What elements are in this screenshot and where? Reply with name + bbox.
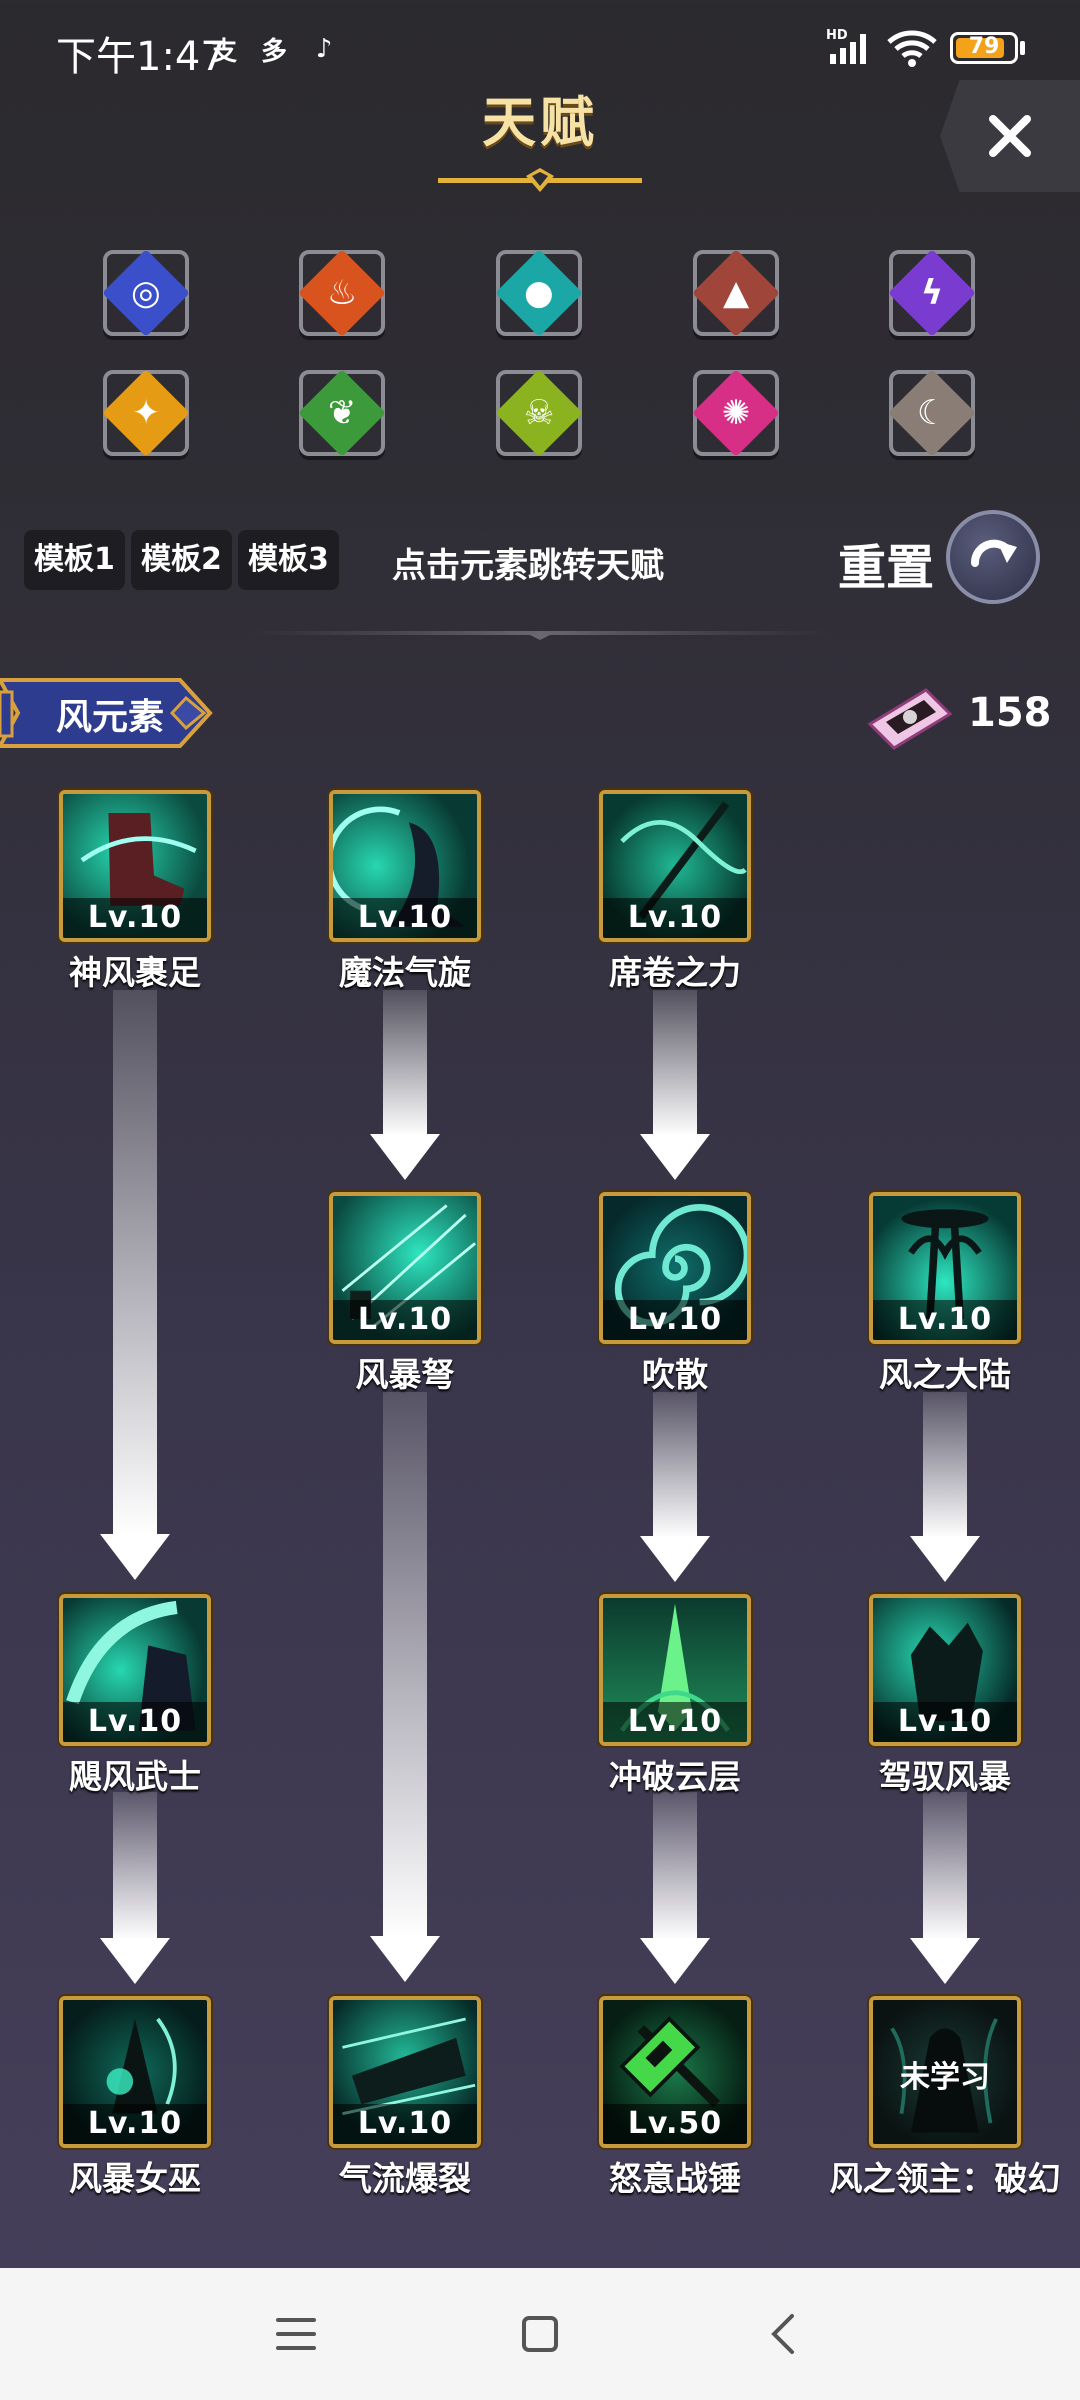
pinduoduo-icon: 多 xyxy=(260,36,287,67)
water-element-icon[interactable]: ● xyxy=(495,249,583,337)
close-icon xyxy=(989,115,1031,157)
locked-label: 未学习 xyxy=(900,2060,990,2095)
template-3-button[interactable]: 模板3 xyxy=(238,530,339,590)
skill-fengzhi-dalu[interactable]: Lv.10 xyxy=(869,1192,1021,1344)
qq-music-icon: ♪ xyxy=(315,34,333,64)
fire-element-icon[interactable]: ♨ xyxy=(298,249,386,337)
skill-jufeng-wushi[interactable]: Lv.10 xyxy=(59,1594,211,1746)
skill-qiliu-baolie[interactable]: Lv.10 xyxy=(329,1996,481,2148)
talent-points-value: 158 xyxy=(968,690,1052,736)
skill-name: 驾驭风暴 xyxy=(879,1757,1011,1796)
close-button[interactable] xyxy=(940,80,1080,192)
poison-element-icon[interactable]: ☠ xyxy=(495,369,583,457)
talent-point-icon xyxy=(867,688,953,750)
wifi-icon xyxy=(885,28,939,72)
skill-jiayu-fengbao[interactable]: Lv.10 xyxy=(869,1594,1021,1746)
skill-xijuan-zhili[interactable]: Lv.10 xyxy=(599,790,751,942)
skill-mofa-qixuan[interactable]: Lv.10 xyxy=(329,790,481,942)
holy-element-icon[interactable]: ✺ xyxy=(692,369,780,457)
page-title: 天赋 xyxy=(482,91,598,154)
system-nav-bar xyxy=(0,2268,1080,2400)
title-ornament xyxy=(438,168,642,192)
arrow-col4-row2-to-row3 xyxy=(895,1392,995,1582)
arrow-col3-row3-to-row4 xyxy=(625,1792,725,1984)
home-icon xyxy=(522,2316,558,2352)
section-divider xyxy=(250,631,830,640)
wind-element-icon[interactable]: ◎ xyxy=(102,249,190,337)
skill-fengbao-nvwu[interactable]: Lv.10 xyxy=(59,1996,211,2148)
light-element-icon[interactable]: ✦ xyxy=(102,369,190,457)
skill-name: 怒意战锤 xyxy=(609,2159,741,2198)
skill-name: 神风裹足 xyxy=(69,953,201,992)
hint-text: 点击元素跳转天赋 xyxy=(392,546,664,586)
nature-element-icon[interactable]: ❦ xyxy=(298,369,386,457)
skill-name: 魔法气旋 xyxy=(339,953,471,992)
skill-name: 气流爆裂 xyxy=(339,2159,471,2198)
reset-icon xyxy=(970,539,1017,567)
skill-name: 风之大陆 xyxy=(879,1355,1011,1394)
skill-nuyi-zhanchui[interactable]: Lv.50 xyxy=(599,1996,751,2148)
skill-name: 席卷之力 xyxy=(609,953,741,992)
template-1-button[interactable]: 模板1 xyxy=(24,530,125,590)
skill-name: 风暴弩 xyxy=(355,1355,455,1394)
skill-name: 飓风武士 xyxy=(69,1757,201,1796)
skill-shenfeng-guozu[interactable]: Lv.10 xyxy=(59,790,211,942)
skill-fengbao-nu[interactable]: Lv.10 xyxy=(329,1192,481,1344)
arrow-col1-row3-to-row4 xyxy=(85,1792,185,1984)
menu-button[interactable] xyxy=(236,2268,356,2400)
battery-icon: 79 xyxy=(950,32,1018,64)
lightning-element-icon[interactable]: ϟ xyxy=(888,249,976,337)
current-element-label: 风元素 xyxy=(56,697,165,738)
template-2-button[interactable]: 模板2 xyxy=(131,530,232,590)
alipay-icon: 支 xyxy=(210,36,237,67)
home-button[interactable] xyxy=(480,2268,600,2400)
reset-button[interactable] xyxy=(946,510,1040,604)
arrow-col2-row1-to-row2 xyxy=(355,990,455,1180)
arrow-col4-row3-to-row4 xyxy=(895,1792,995,1984)
skill-name: 吹散 xyxy=(642,1355,708,1394)
arrow-col3-row2-to-row3 xyxy=(625,1392,725,1582)
skill-chuisan[interactable]: Lv.10 xyxy=(599,1192,751,1344)
skill-chongpo-yunceng[interactable]: Lv.10 xyxy=(599,1594,751,1746)
arrow-col1-row1-to-row3 xyxy=(85,990,185,1580)
skill-name: 冲破云层 xyxy=(609,1757,741,1796)
skill-fengzhi-lingzhu-pohuan[interactable]: 未学习 xyxy=(869,1996,1021,2148)
arrow-col2-row2-to-row4 xyxy=(355,1392,455,1982)
reset-label[interactable]: 重置 xyxy=(838,528,934,598)
menu-icon xyxy=(276,2318,316,2350)
arrow-col3-row1-to-row2 xyxy=(625,990,725,1180)
skill-name: 风暴女巫 xyxy=(69,2159,201,2198)
earth-element-icon[interactable]: ▲ xyxy=(692,249,780,337)
status-time: 下午1:47 xyxy=(56,34,226,80)
skill-name: 风之领主：破幻 xyxy=(829,2159,1061,2198)
back-icon xyxy=(771,2314,794,2354)
back-button[interactable] xyxy=(724,2268,844,2400)
dark-element-icon[interactable]: ☾ xyxy=(888,369,976,457)
battery-tip xyxy=(1020,41,1025,55)
